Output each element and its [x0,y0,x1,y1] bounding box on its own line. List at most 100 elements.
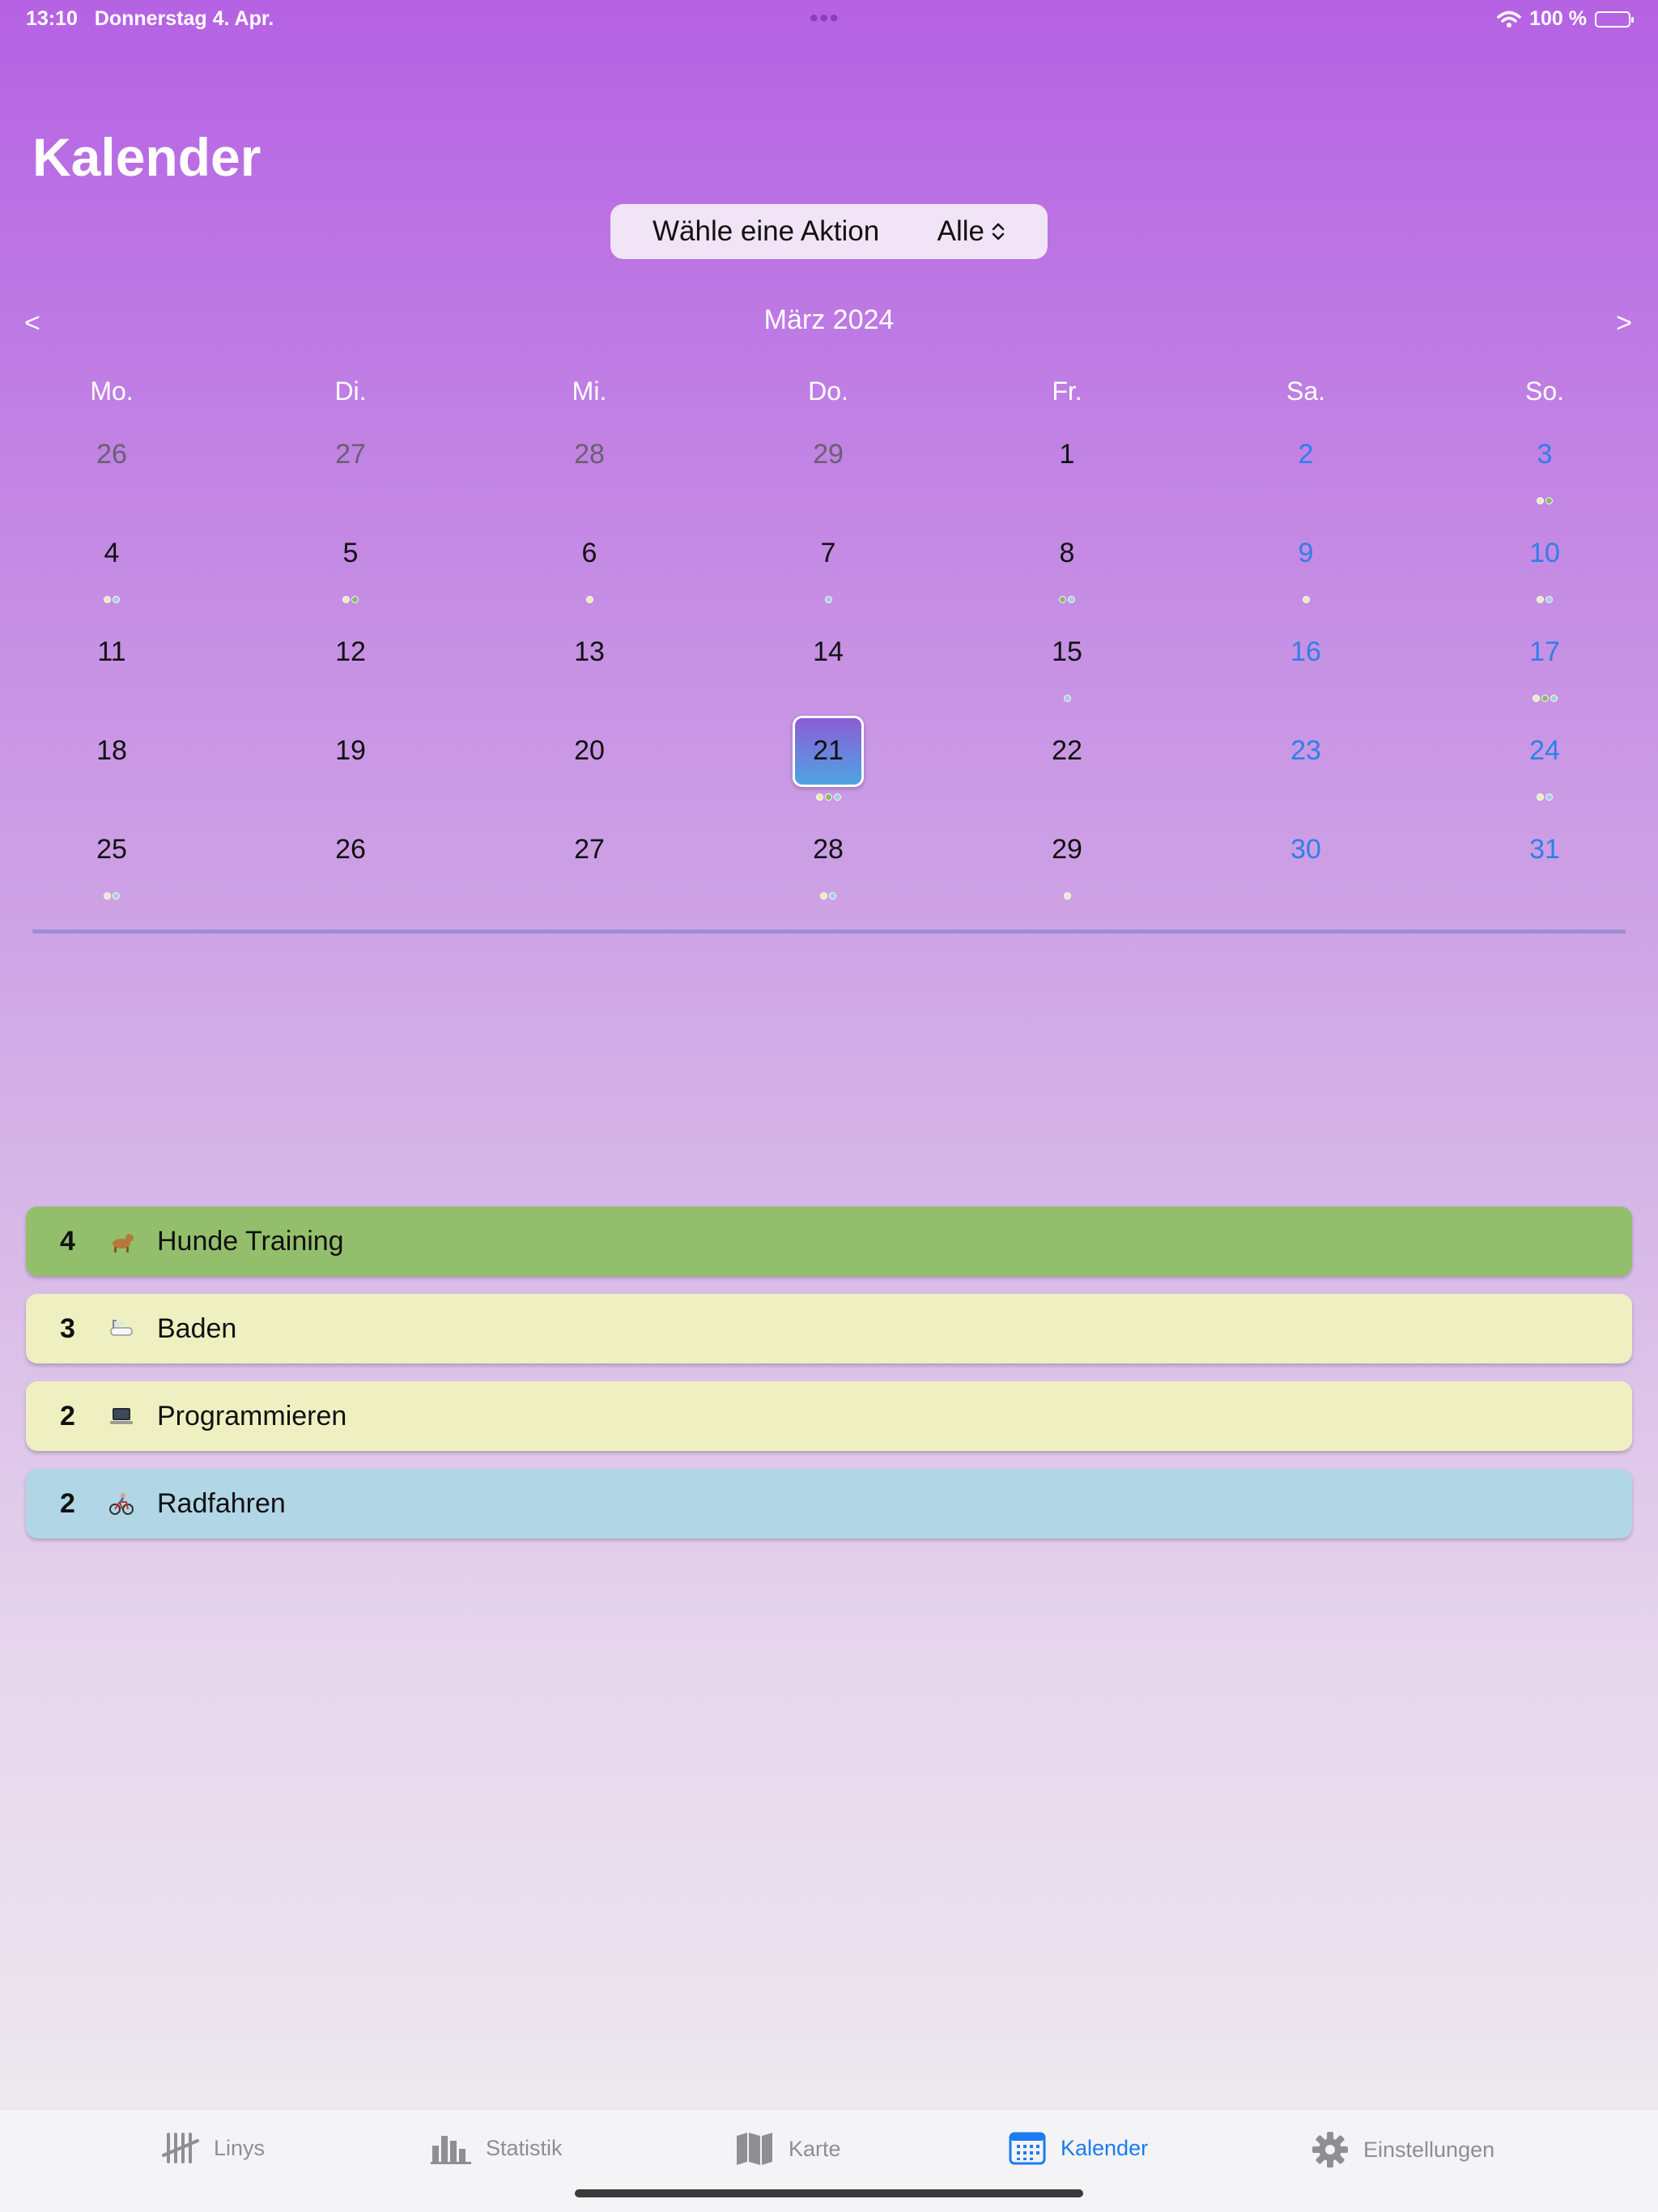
calendar-day[interactable]: 5 [278,538,423,627]
calendar-day[interactable]: 26 [278,834,423,923]
activity-dots [278,596,423,603]
calendar-day[interactable]: 10 [1472,538,1618,627]
activity-dot [351,596,359,603]
activity-row-hunde-training[interactable]: 4 Hunde Training [26,1206,1632,1276]
activity-dots [1472,497,1618,504]
weekday-label: So. [1524,376,1565,406]
tab-statistik[interactable]: Statistik [431,2131,563,2165]
activity-dot [824,596,832,603]
calendar-day[interactable]: 13 [517,636,662,725]
calendar-day-number: 27 [574,834,605,865]
tab-linys[interactable]: Linys [162,2131,265,2165]
next-month-button[interactable]: > [1616,308,1632,339]
calendar-day[interactable]: 11 [39,636,185,725]
calendar-day-number: 14 [813,636,844,667]
wifi-icon [1497,11,1521,28]
calendar-day-number: 13 [574,636,605,667]
calendar-day[interactable]: 27 [517,834,662,923]
calendar-day[interactable]: 23 [1233,735,1379,824]
calendar-day[interactable]: 12 [278,636,423,725]
activity-dots [39,596,185,603]
dog-icon [113,1234,134,1253]
activity-dot [1550,695,1558,702]
activity-list: 4 Hunde Training 3 Baden 2 Programmieren… [26,1206,1632,1556]
calendar-day-number: 12 [335,636,366,667]
calendar-day[interactable]: 29 [994,834,1140,923]
activity-dot [1545,596,1553,603]
calendar-day[interactable]: 14 [755,636,901,725]
bathtub-icon [110,1320,133,1336]
activity-dot [585,596,593,603]
activity-dot [1537,596,1544,603]
calendar-day-number: 28 [813,834,844,865]
calendar-day[interactable]: 15 [994,636,1140,725]
battery-icon [1595,11,1634,28]
calendar-day[interactable]: 30 [1233,834,1379,923]
activity-dots [755,596,901,603]
calendar-day[interactable]: 28 [517,439,662,528]
activity-name: Programmieren [157,1400,347,1431]
calendar-day[interactable]: 4 [39,538,185,627]
status-right: 100 % [1497,7,1634,31]
activity-dot [824,793,832,801]
calendar-day[interactable]: 8 [994,538,1140,627]
action-picker[interactable]: Wähle eine Aktion Alle [610,204,1048,259]
weekday-label: Mo. [90,376,134,406]
calendar-day-number: 7 [820,538,836,568]
calendar-day[interactable]: 29 [755,439,901,528]
calendar-divider [32,929,1626,934]
activity-dots [1472,695,1618,702]
action-picker-label: Wähle eine Aktion [653,215,880,247]
calendar-day[interactable]: 26 [39,439,185,528]
calendar-day[interactable]: 6 [517,538,662,627]
calendar-day-number: 29 [813,439,844,470]
calendar-day-number: 16 [1290,636,1321,667]
map-icon [737,2133,772,2165]
calendar-day[interactable]: 28 [755,834,901,923]
bar-chart-icon [431,2136,471,2164]
calendar-day[interactable]: 31 [1472,834,1618,923]
cyclist-icon [109,1493,134,1515]
activity-dot [104,596,111,603]
tab-label: Statistik [486,2135,563,2160]
calendar-day[interactable]: 2 [1233,439,1379,528]
activity-dot [829,892,836,900]
calendar-day[interactable]: 16 [1233,636,1379,725]
calendar-day-number: 21 [813,735,844,766]
calendar-day[interactable]: 18 [39,735,185,824]
activity-row-radfahren[interactable]: 2 Radfahren [26,1469,1632,1538]
activity-dots [994,596,1140,603]
calendar-day[interactable]: 22 [994,735,1140,824]
activity-name: Radfahren [157,1487,286,1519]
activity-row-baden[interactable]: 3 Baden [26,1294,1632,1363]
tab-label: Karte [789,2136,841,2161]
activity-dot [1541,695,1549,702]
calendar-day-number: 2 [1298,439,1314,470]
calendar-day[interactable]: 7 [755,538,901,627]
calendar-day[interactable]: 19 [278,735,423,824]
calendar-day[interactable]: 17 [1472,636,1618,725]
chevron-up-down-icon [992,223,1005,240]
activity-dot [104,892,111,900]
activity-row-programmieren[interactable]: 2 Programmieren [26,1381,1632,1451]
calendar-day-number: 27 [335,439,366,470]
calendar-day[interactable]: 3 [1472,439,1618,528]
activity-dots [1233,596,1379,603]
calendar-day[interactable]: 20 [517,735,662,824]
calendar-day[interactable]: 24 [1472,735,1618,824]
calendar-day-number: 28 [574,439,605,470]
tab-kalender[interactable]: Kalender [1009,2131,1148,2165]
action-picker-value[interactable]: Alle [937,215,1005,248]
multitasking-dots-icon[interactable]: ••• [810,5,840,32]
calendar-day[interactable]: 9 [1233,538,1379,627]
activity-dots [755,892,901,900]
activity-dot [1537,793,1544,801]
calendar-day[interactable]: 27 [278,439,423,528]
activity-dots [1472,596,1618,603]
calendar-day[interactable]: 1 [994,439,1140,528]
calendar-day[interactable]: 21 [755,716,901,824]
activity-dots [755,793,901,801]
tab-einstellungen[interactable]: Einstellungen [1312,2131,1494,2168]
tab-karte[interactable]: Karte [735,2131,841,2167]
calendar-day[interactable]: 25 [39,834,185,923]
